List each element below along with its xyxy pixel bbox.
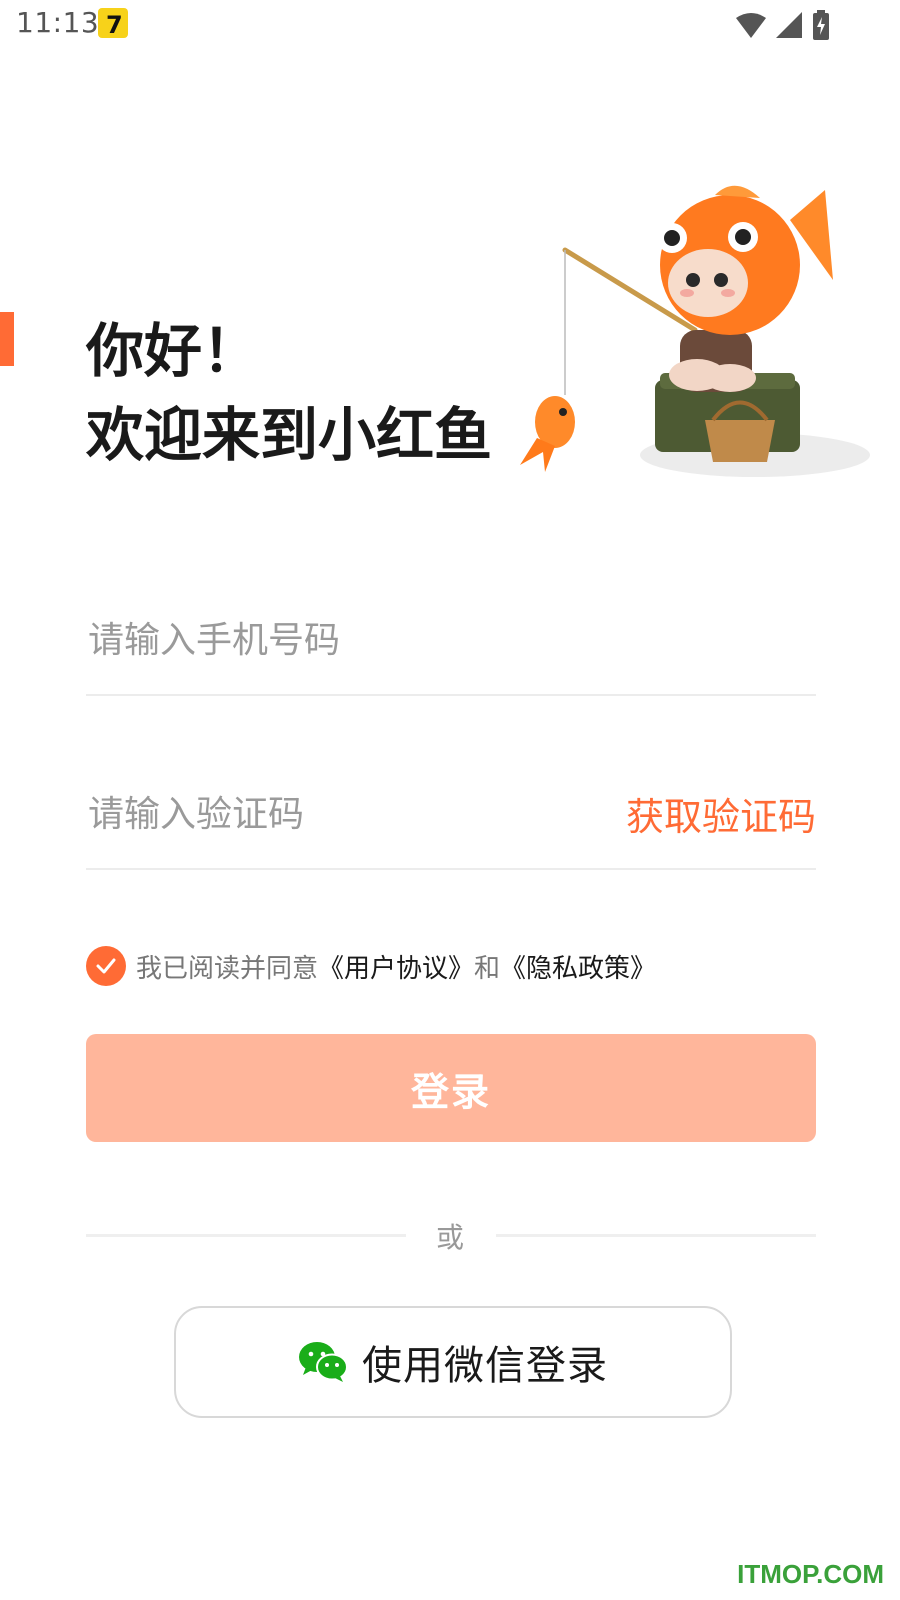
watermark: ITMOP.COM [737,1559,884,1589]
divider-or-text: 或 [436,1221,465,1254]
login-button[interactable]: 登录 [86,1034,816,1142]
status-time: 11:13 [16,6,100,39]
verification-code-input[interactable] [86,778,590,850]
divider-left [86,1234,406,1237]
greeting-subtitle: 欢迎来到小红鱼 [86,401,493,469]
privacy-policy-link[interactable]: 《隐私政策》 [500,948,656,985]
verification-code-field: 获取验证码 [86,768,816,870]
checkmark-icon [96,958,116,974]
fishing-mascot-illustration [520,185,870,477]
signal-icon [776,12,802,38]
get-code-button[interactable]: 获取验证码 [626,786,816,841]
user-agreement-link[interactable]: 《用户协议》 [318,948,474,985]
agreement-conjunction: 和 [474,953,501,984]
phone-input[interactable] [86,604,590,676]
phone-field [86,594,816,696]
svg-text:7: 7 [106,11,123,38]
divider-right [496,1234,816,1237]
app-notification-icon: 7 [98,8,128,39]
greeting-title: 你好！ [86,317,261,385]
wechat-icon [299,1342,348,1382]
agreement-row: 我已阅读并同意 《用户协议》 和 《隐私政策》 [86,944,656,988]
wechat-login-label: 使用微信登录 [362,1343,608,1389]
agreement-prefix: 我已阅读并同意 [136,953,319,984]
wechat-login-button[interactable]: 使用微信登录 [174,1306,732,1418]
battery-charging-icon [813,10,829,40]
agreement-checkbox[interactable] [86,946,126,986]
accent-bar [0,312,14,366]
status-icons [736,10,830,40]
wifi-icon [736,13,766,38]
